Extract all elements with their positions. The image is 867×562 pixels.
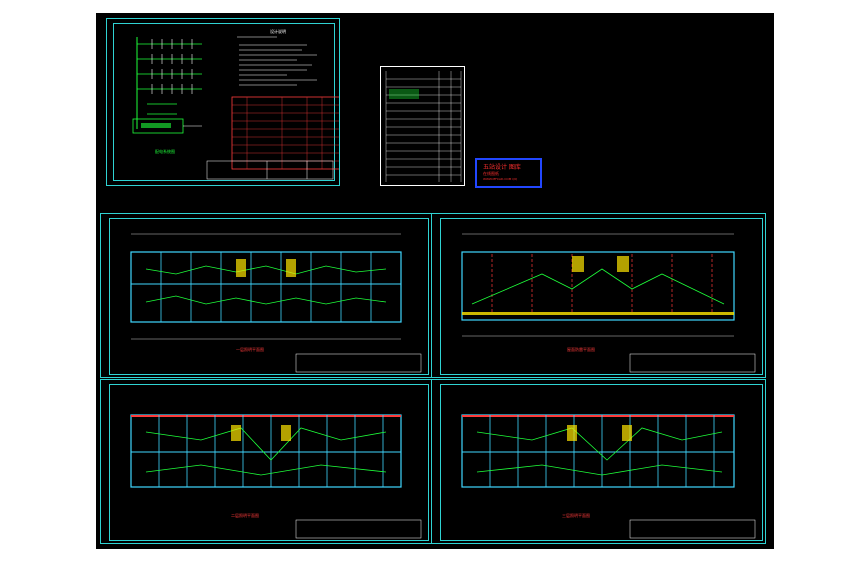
floor-plan-graphic bbox=[461, 233, 756, 373]
cad-drawing-canvas[interactable]: 设计说明 配电系统图 五站设计 图库 在线图纸 WWW.MFCAD.COM QQ bbox=[96, 13, 774, 549]
plan-caption-2: 屋面防雷平面图 bbox=[567, 347, 595, 352]
watermark-stamp: 五站设计 图库 在线图纸 WWW.MFCAD.COM QQ bbox=[475, 158, 542, 188]
plan-caption-3: 二层照明平面图 bbox=[231, 513, 259, 518]
sheet-design-notes: 设计说明 配电系统图 bbox=[106, 18, 340, 186]
plan-caption-4: 三层照明平面图 bbox=[562, 513, 590, 518]
stamp-line-3: WWW.MFCAD.COM QQ bbox=[483, 177, 517, 181]
floor-plan-graphic bbox=[130, 414, 422, 539]
sheet-first-floor-lighting-plan: 一层照明平面图 bbox=[100, 213, 432, 378]
sheet-roof-lightning-plan: 屋面防雷平面图 bbox=[431, 213, 766, 378]
sheet-drawing-list bbox=[380, 66, 465, 186]
notes-title: 设计说明 bbox=[270, 29, 286, 34]
system-diagram-graphic bbox=[132, 36, 339, 180]
sheet-third-floor-lighting-plan: 三层照明平面图 bbox=[431, 379, 766, 544]
system-diagram-caption: 配电系统图 bbox=[155, 149, 175, 154]
floor-plan-graphic bbox=[130, 233, 422, 373]
floor-plan-graphic bbox=[461, 414, 756, 539]
drawing-list-table bbox=[385, 71, 462, 182]
stamp-title: 五站设计 图库 bbox=[483, 164, 521, 171]
plan-caption-1: 一层照明平面图 bbox=[236, 347, 264, 352]
sheet-second-floor-lighting-plan: 二层照明平面图 bbox=[100, 379, 432, 544]
